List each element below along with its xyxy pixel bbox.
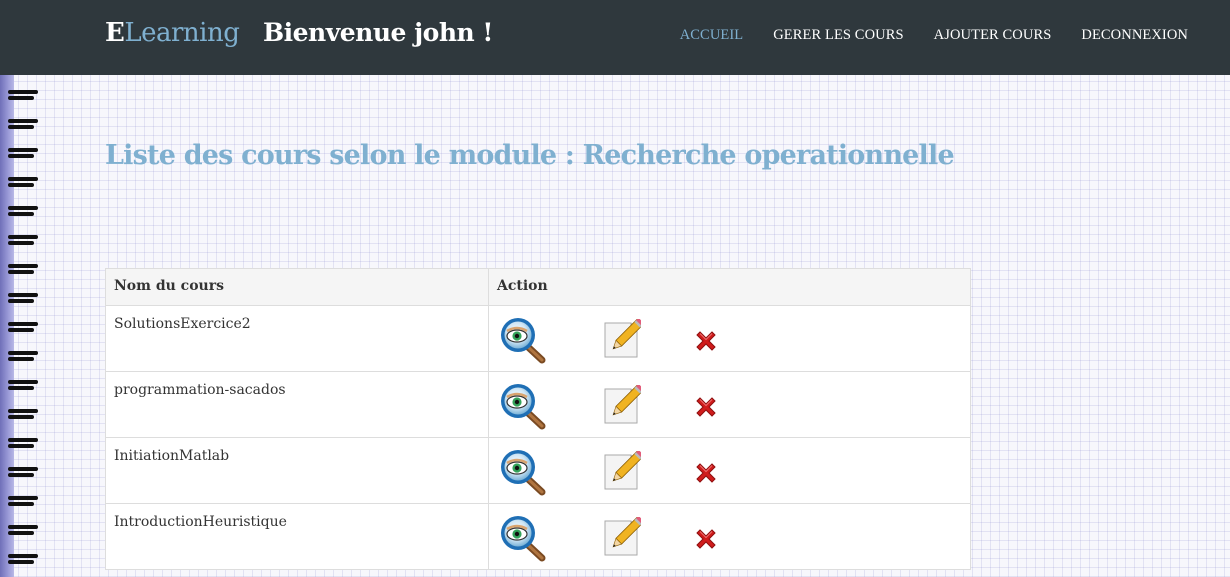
delete-icon[interactable] (693, 328, 719, 354)
spiral-ring (8, 321, 38, 333)
spiral-ring (8, 553, 38, 565)
spiral-ring (8, 437, 38, 449)
table-row: programmation-sacados (105, 371, 971, 438)
spiral-ring (8, 176, 38, 188)
delete-icon[interactable] (693, 460, 719, 486)
courses-table: Nom du cours Action SolutionsExercice2 p… (105, 268, 971, 570)
edit-icon[interactable] (603, 385, 641, 425)
column-header-action: Action (488, 268, 971, 306)
spiral-ring (8, 118, 38, 130)
edit-icon[interactable] (603, 517, 641, 557)
spiral-ring (8, 408, 38, 420)
nav-accueil[interactable]: ACCUEIL (680, 27, 744, 44)
top-navbar: ELearning Bienvenue john ! ACCUEIL GERER… (0, 0, 1230, 75)
course-name: programmation-sacados (105, 371, 489, 438)
view-icon[interactable] (499, 316, 547, 364)
table-header-row: Nom du cours Action (105, 268, 971, 306)
spiral-ring (8, 292, 38, 304)
spiral-ring (8, 234, 38, 246)
nav-ajouter-cours[interactable]: AJOUTER COURS (934, 27, 1052, 44)
course-name: InitiationMatlab (105, 437, 489, 504)
spiral-ring (8, 495, 38, 507)
course-name: SolutionsExercice2 (105, 305, 489, 372)
table-row: SolutionsExercice2 (105, 305, 971, 372)
main-nav: ACCUEIL GERER LES COURS AJOUTER COURS DE… (680, 27, 1188, 44)
notebook-spiral (0, 75, 40, 577)
brand-first-letter: E (105, 18, 125, 48)
spiral-ring (8, 89, 38, 101)
column-header-name: Nom du cours (105, 268, 489, 306)
course-actions (488, 305, 971, 372)
course-actions (488, 371, 971, 438)
spiral-ring (8, 350, 38, 362)
course-name: IntroductionHeuristique (105, 503, 489, 570)
brand-logo[interactable]: ELearning (105, 18, 240, 48)
nav-deconnexion[interactable]: DECONNEXION (1081, 27, 1188, 44)
spiral-ring (8, 263, 38, 275)
edit-icon[interactable] (603, 319, 641, 359)
table-row: IntroductionHeuristique (105, 503, 971, 570)
spiral-ring (8, 466, 38, 478)
edit-icon[interactable] (603, 451, 641, 491)
page-title: Liste des cours selon le module : Recher… (105, 140, 955, 171)
spiral-ring (8, 205, 38, 217)
view-icon[interactable] (499, 448, 547, 496)
course-actions (488, 437, 971, 504)
welcome-message: Bienvenue john ! (263, 18, 493, 47)
course-actions (488, 503, 971, 570)
view-icon[interactable] (499, 382, 547, 430)
spiral-ring (8, 147, 38, 159)
delete-icon[interactable] (693, 526, 719, 552)
spiral-ring (8, 524, 38, 536)
view-icon[interactable] (499, 514, 547, 562)
table-row: InitiationMatlab (105, 437, 971, 504)
spiral-ring (8, 379, 38, 391)
delete-icon[interactable] (693, 394, 719, 420)
brand-rest: Learning (124, 18, 240, 48)
nav-gerer-cours[interactable]: GERER LES COURS (773, 27, 903, 44)
